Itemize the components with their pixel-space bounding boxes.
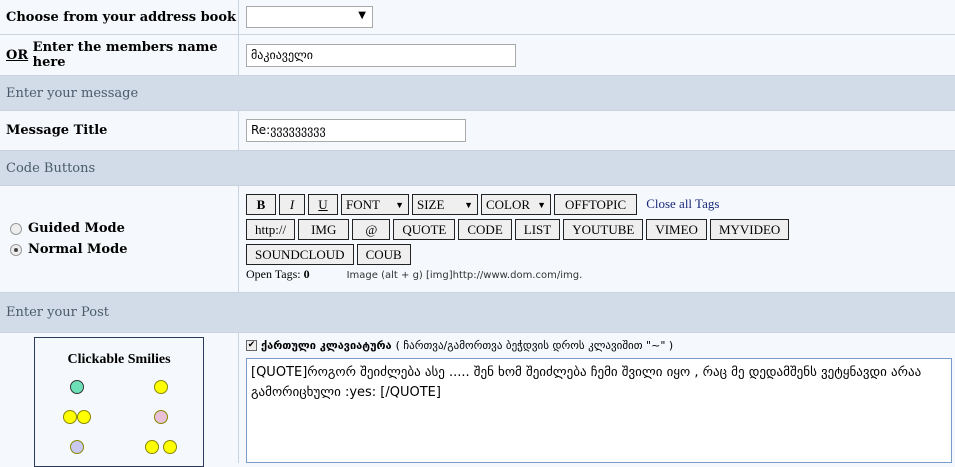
font-select[interactable]: FONT ▼ [341, 194, 409, 215]
address-book-select[interactable]: ▼ [246, 6, 373, 28]
section-header-code: Code Buttons [0, 151, 955, 186]
offtopic-button[interactable]: OFFTOPIC [554, 194, 638, 215]
youtube-button[interactable]: YOUTUBE [563, 219, 644, 240]
message-title-row: Message Title Re:ვვვვვვვვვ [0, 111, 955, 151]
member-name-input[interactable]: მაკიაველი [246, 43, 516, 67]
open-tags-count: 0 [303, 267, 310, 281]
keyboard-label: ქართული კლავიატურა [261, 339, 392, 352]
chevron-down-icon: ▼ [358, 10, 366, 21]
message-title-input[interactable]: Re:ვვვვვვვვვ [246, 119, 466, 142]
guided-mode-radio[interactable]: Guided Mode [10, 221, 125, 236]
guided-mode-label: Guided Mode [28, 221, 125, 236]
smiley-icon[interactable] [70, 380, 84, 394]
smilies-title: Clickable Smilies [67, 352, 171, 367]
font-label: FONT [346, 196, 380, 212]
keyboard-note: ( ჩართვა/გამორთვა ბეჭდვის დროს კლავიშით … [395, 339, 674, 352]
smiley-icon[interactable] [154, 380, 168, 394]
italic-button[interactable]: I [279, 194, 305, 215]
coub-button[interactable]: COUB [356, 244, 411, 265]
vimeo-button[interactable]: VIMEO [646, 219, 707, 240]
radio-icon [10, 222, 22, 235]
smiley-icon[interactable] [77, 410, 91, 424]
post-textarea[interactable]: [QUOTE]როგორ შეიძლება ასე ..... შენ ხომ … [246, 358, 952, 463]
underline-button[interactable]: U [308, 194, 338, 215]
chevron-down-icon: ▼ [464, 199, 473, 210]
code-button[interactable]: CODE [458, 219, 512, 240]
size-select[interactable]: SIZE ▼ [412, 194, 478, 215]
soundcloud-button[interactable]: SOUNDCLOUD [246, 244, 354, 265]
smiley-icon[interactable] [70, 440, 84, 454]
post-row: Clickable Smilies ✔ ქართული კლავიატურა (… [0, 333, 955, 467]
smiley-icon[interactable] [154, 410, 168, 424]
or-label: OR [6, 47, 29, 63]
smilies-panel: Clickable Smilies [34, 337, 204, 467]
normal-mode-radio[interactable]: Normal Mode [10, 242, 127, 257]
open-tags-label: Open Tags: [246, 267, 301, 281]
member-name-label: Enter the members name here [32, 40, 218, 70]
chevron-down-icon: ▼ [395, 199, 404, 210]
color-select[interactable]: COLOR ▼ [481, 194, 551, 215]
img-button[interactable]: IMG [298, 219, 350, 240]
url-button[interactable]: http:// [246, 219, 296, 240]
normal-mode-label: Normal Mode [28, 242, 128, 257]
section-header-post: Enter your Post [0, 293, 955, 333]
bold-button[interactable]: B [246, 194, 276, 215]
quote-button[interactable]: QUOTE [393, 219, 456, 240]
chevron-down-icon: ▼ [537, 199, 546, 210]
close-all-tags-link[interactable]: Close all Tags [646, 196, 719, 212]
size-label: SIZE [417, 196, 445, 212]
smiley-icon[interactable] [144, 440, 159, 454]
color-label: COLOR [486, 196, 531, 212]
section-header-message: Enter your message [0, 76, 955, 111]
member-name-row: OR Enter the members name here მაკიაველი [0, 35, 955, 76]
list-button[interactable]: LIST [514, 219, 561, 240]
message-title-label: Message Title [0, 111, 239, 150]
keyboard-checkbox[interactable]: ✔ [246, 340, 257, 351]
smiley-icon[interactable] [63, 410, 77, 424]
code-buttons-row: Guided Mode Normal Mode B I U FONT ▼ SIZE… [0, 186, 955, 293]
smiley-icon[interactable] [163, 440, 178, 454]
email-button[interactable]: @ [352, 219, 391, 240]
address-book-row: Choose from your address book ▼ [0, 0, 955, 35]
myvideo-button[interactable]: MYVIDEO [709, 219, 790, 240]
address-book-label: Choose from your address book [0, 0, 239, 34]
help-hint: Image (alt + g) [img]http://www.dom.com/… [346, 270, 583, 281]
radio-checked-icon [10, 243, 22, 256]
